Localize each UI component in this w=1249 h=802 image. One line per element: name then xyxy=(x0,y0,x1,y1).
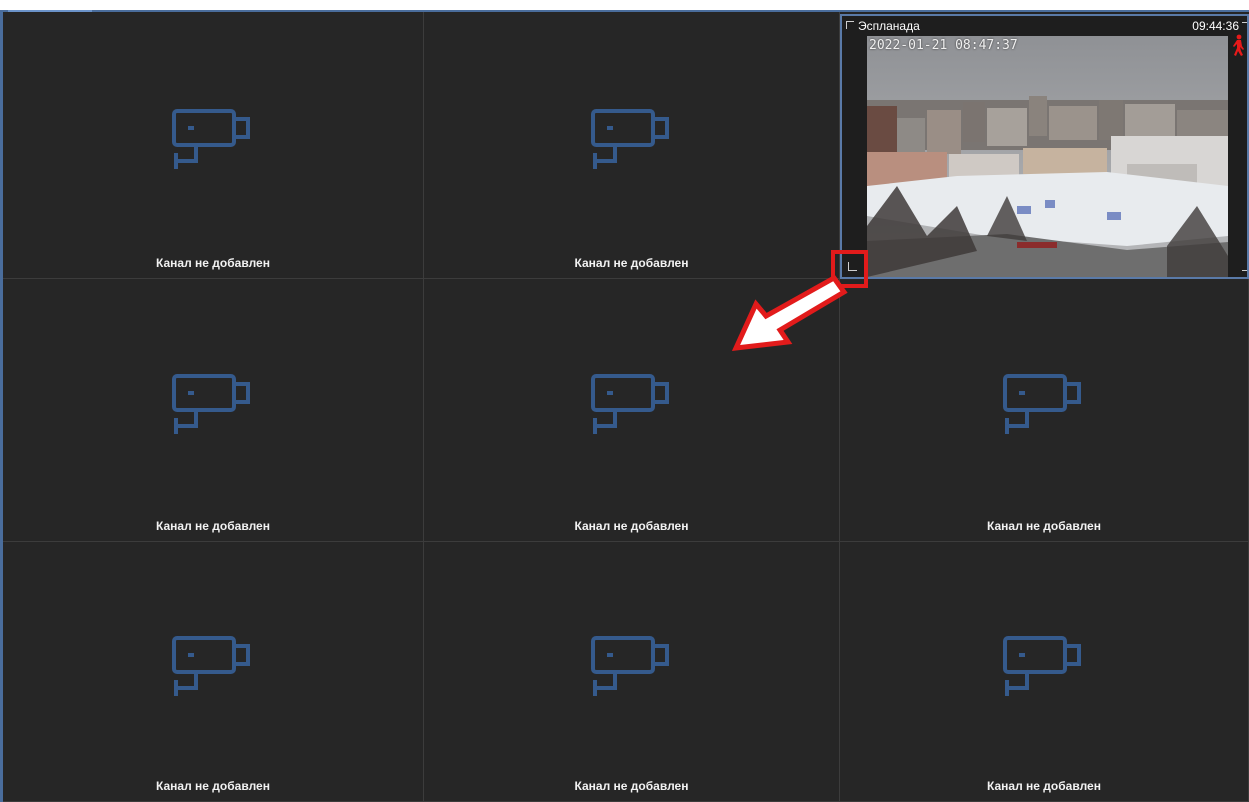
channel-grid: Канал не добавлен Канал не добавлен Эспл… xyxy=(3,12,1249,802)
channel-cell-2[interactable]: Канал не добавлен xyxy=(424,12,840,279)
channel-empty-label: Канал не добавлен xyxy=(156,256,270,270)
channel-empty-label: Канал не добавлен xyxy=(574,779,689,793)
channel-empty-label: Канал не добавлен xyxy=(574,256,689,270)
camera-icon xyxy=(590,635,669,696)
channel-cell-1[interactable]: Канал не добавлен xyxy=(3,12,424,279)
channel-cell-9[interactable]: Канал не добавлен xyxy=(840,542,1249,802)
channel-empty-label: Канал не добавлен xyxy=(156,519,270,533)
walking-person-icon xyxy=(1233,34,1244,56)
channel-cell-live[interactable]: Эспланада 09:44:36 2022-01-21 08:47:37 xyxy=(840,14,1249,279)
camera-icon xyxy=(172,374,250,434)
channel-cell-8[interactable]: Канал не добавлен xyxy=(424,542,840,802)
camera-icon xyxy=(590,109,669,169)
channel-empty-label: Канал не добавлен xyxy=(987,519,1101,533)
video-wall-window: Канал не добавлен Канал не добавлен Эспл… xyxy=(0,0,1249,802)
corner-marker-icon xyxy=(1242,22,1247,23)
channel-empty-label: Канал не добавлен xyxy=(574,519,689,533)
channel-name: Эспланада xyxy=(858,19,920,33)
camera-icon xyxy=(1003,374,1081,434)
channel-time: 09:44:36 xyxy=(1192,19,1239,33)
channel-empty-label: Канал не добавлен xyxy=(987,779,1101,793)
camera-icon xyxy=(590,374,669,434)
channel-cell-7[interactable]: Канал не добавлен xyxy=(3,542,424,802)
channel-empty-label: Канал не добавлен xyxy=(156,779,270,793)
camera-icon xyxy=(1003,635,1081,696)
camera-icon xyxy=(172,635,250,696)
corner-marker-icon xyxy=(1242,270,1247,271)
video-feed[interactable]: 2022-01-21 08:47:37 xyxy=(867,36,1228,277)
arrow-down-left-icon xyxy=(731,274,848,351)
window-top-strip xyxy=(0,0,1249,10)
channel-cell-4[interactable]: Канал не добавлен xyxy=(3,279,424,542)
video-frame-image xyxy=(867,36,1228,277)
expand-corner-icon[interactable] xyxy=(846,21,854,29)
channel-cell-6[interactable]: Канал не добавлен xyxy=(840,279,1249,542)
channel-title-bar: Эспланада 09:44:36 xyxy=(842,16,1247,36)
video-timestamp: 2022-01-21 08:47:37 xyxy=(869,38,1018,53)
camera-icon xyxy=(172,109,250,169)
